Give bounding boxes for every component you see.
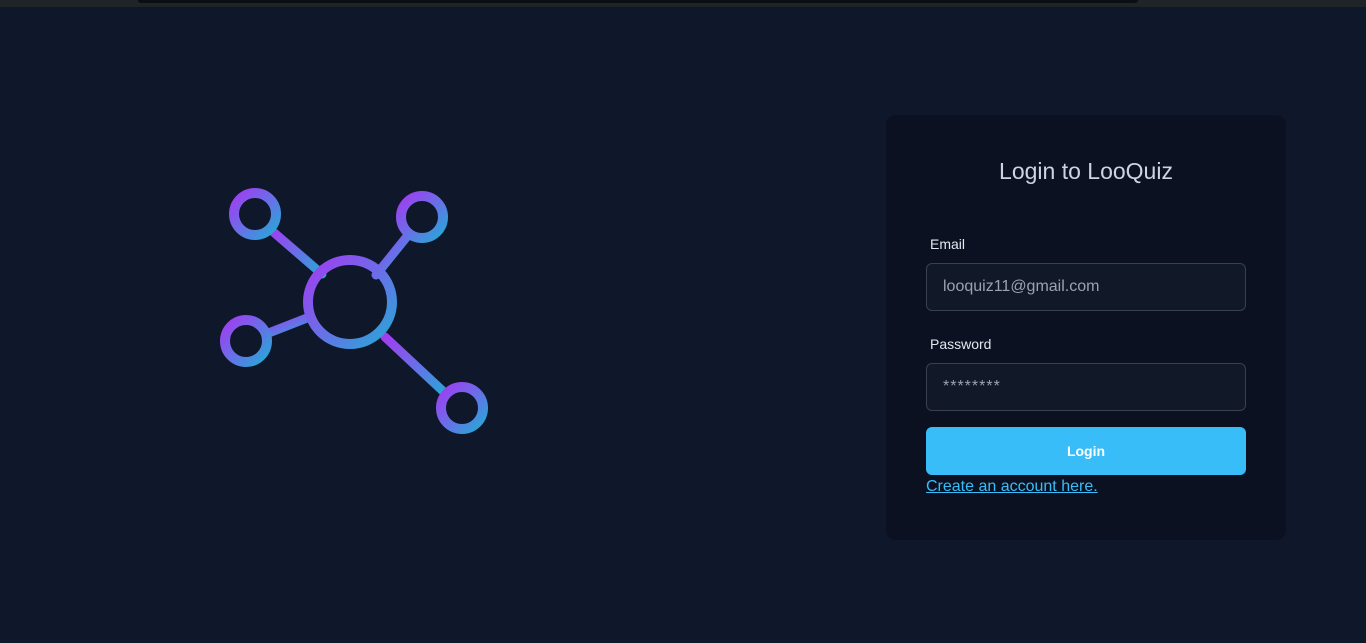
logo-connector bbox=[266, 225, 327, 279]
email-input[interactable] bbox=[926, 263, 1246, 311]
logo-node bbox=[220, 315, 272, 367]
logo-node bbox=[396, 191, 448, 243]
password-label: Password bbox=[930, 336, 992, 352]
logo-center-node bbox=[303, 255, 397, 349]
network-hub-icon bbox=[220, 188, 488, 434]
browser-tab-bar bbox=[138, 0, 1138, 3]
login-title: Login to LooQuiz bbox=[999, 158, 1173, 184]
email-label: Email bbox=[930, 236, 966, 252]
password-input[interactable] bbox=[926, 363, 1246, 411]
login-button[interactable]: Login bbox=[926, 427, 1246, 475]
create-account-link[interactable]: Create an account here. bbox=[926, 478, 1098, 496]
logo-connector bbox=[261, 313, 312, 339]
browser-top-strip bbox=[0, 0, 1366, 7]
logo-connector bbox=[380, 332, 451, 399]
logo-node bbox=[436, 382, 488, 434]
logo-node bbox=[229, 188, 281, 240]
